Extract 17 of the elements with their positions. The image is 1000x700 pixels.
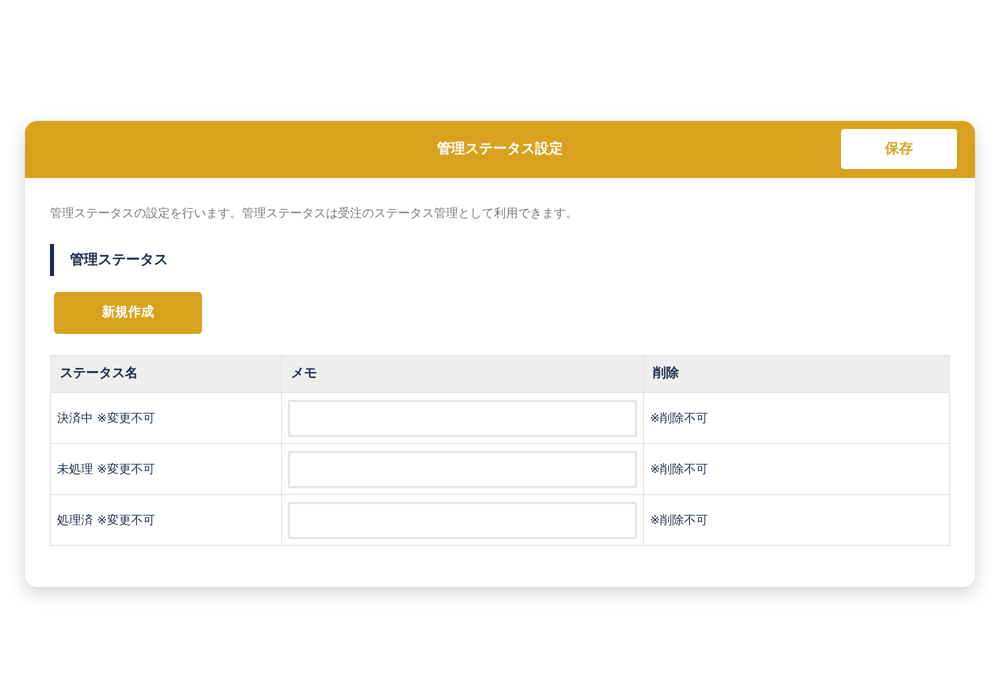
memo-field[interactable] <box>288 450 637 488</box>
table-cell: ※削除不可 <box>644 444 950 494</box>
table-cell: ※削除不可 <box>644 392 950 444</box>
table-cell: 未処理 ※変更不可 <box>50 444 282 494</box>
column-header: ステータス名 <box>50 356 282 392</box>
section-heading: 管理ステータス <box>50 244 950 276</box>
column-header: 削除 <box>644 356 950 392</box>
memo-field[interactable] <box>288 400 637 436</box>
column-header: メモ <box>282 356 644 392</box>
create-button[interactable]: 新規作成 <box>54 292 202 334</box>
page-title: 管理ステータス設定 <box>437 140 563 159</box>
table-cell: 決済中 ※変更不可 <box>50 392 282 444</box>
memo-field[interactable] <box>288 502 637 538</box>
description-text: 管理ステータスの設定を行います。管理ステータスは受注のステータス管理として利用できます。 <box>50 205 579 222</box>
table-cell: ※削除不可 <box>644 494 950 546</box>
table-cell: 処理済 ※変更不可 <box>50 494 282 546</box>
save-button[interactable]: 保存 <box>841 129 957 169</box>
